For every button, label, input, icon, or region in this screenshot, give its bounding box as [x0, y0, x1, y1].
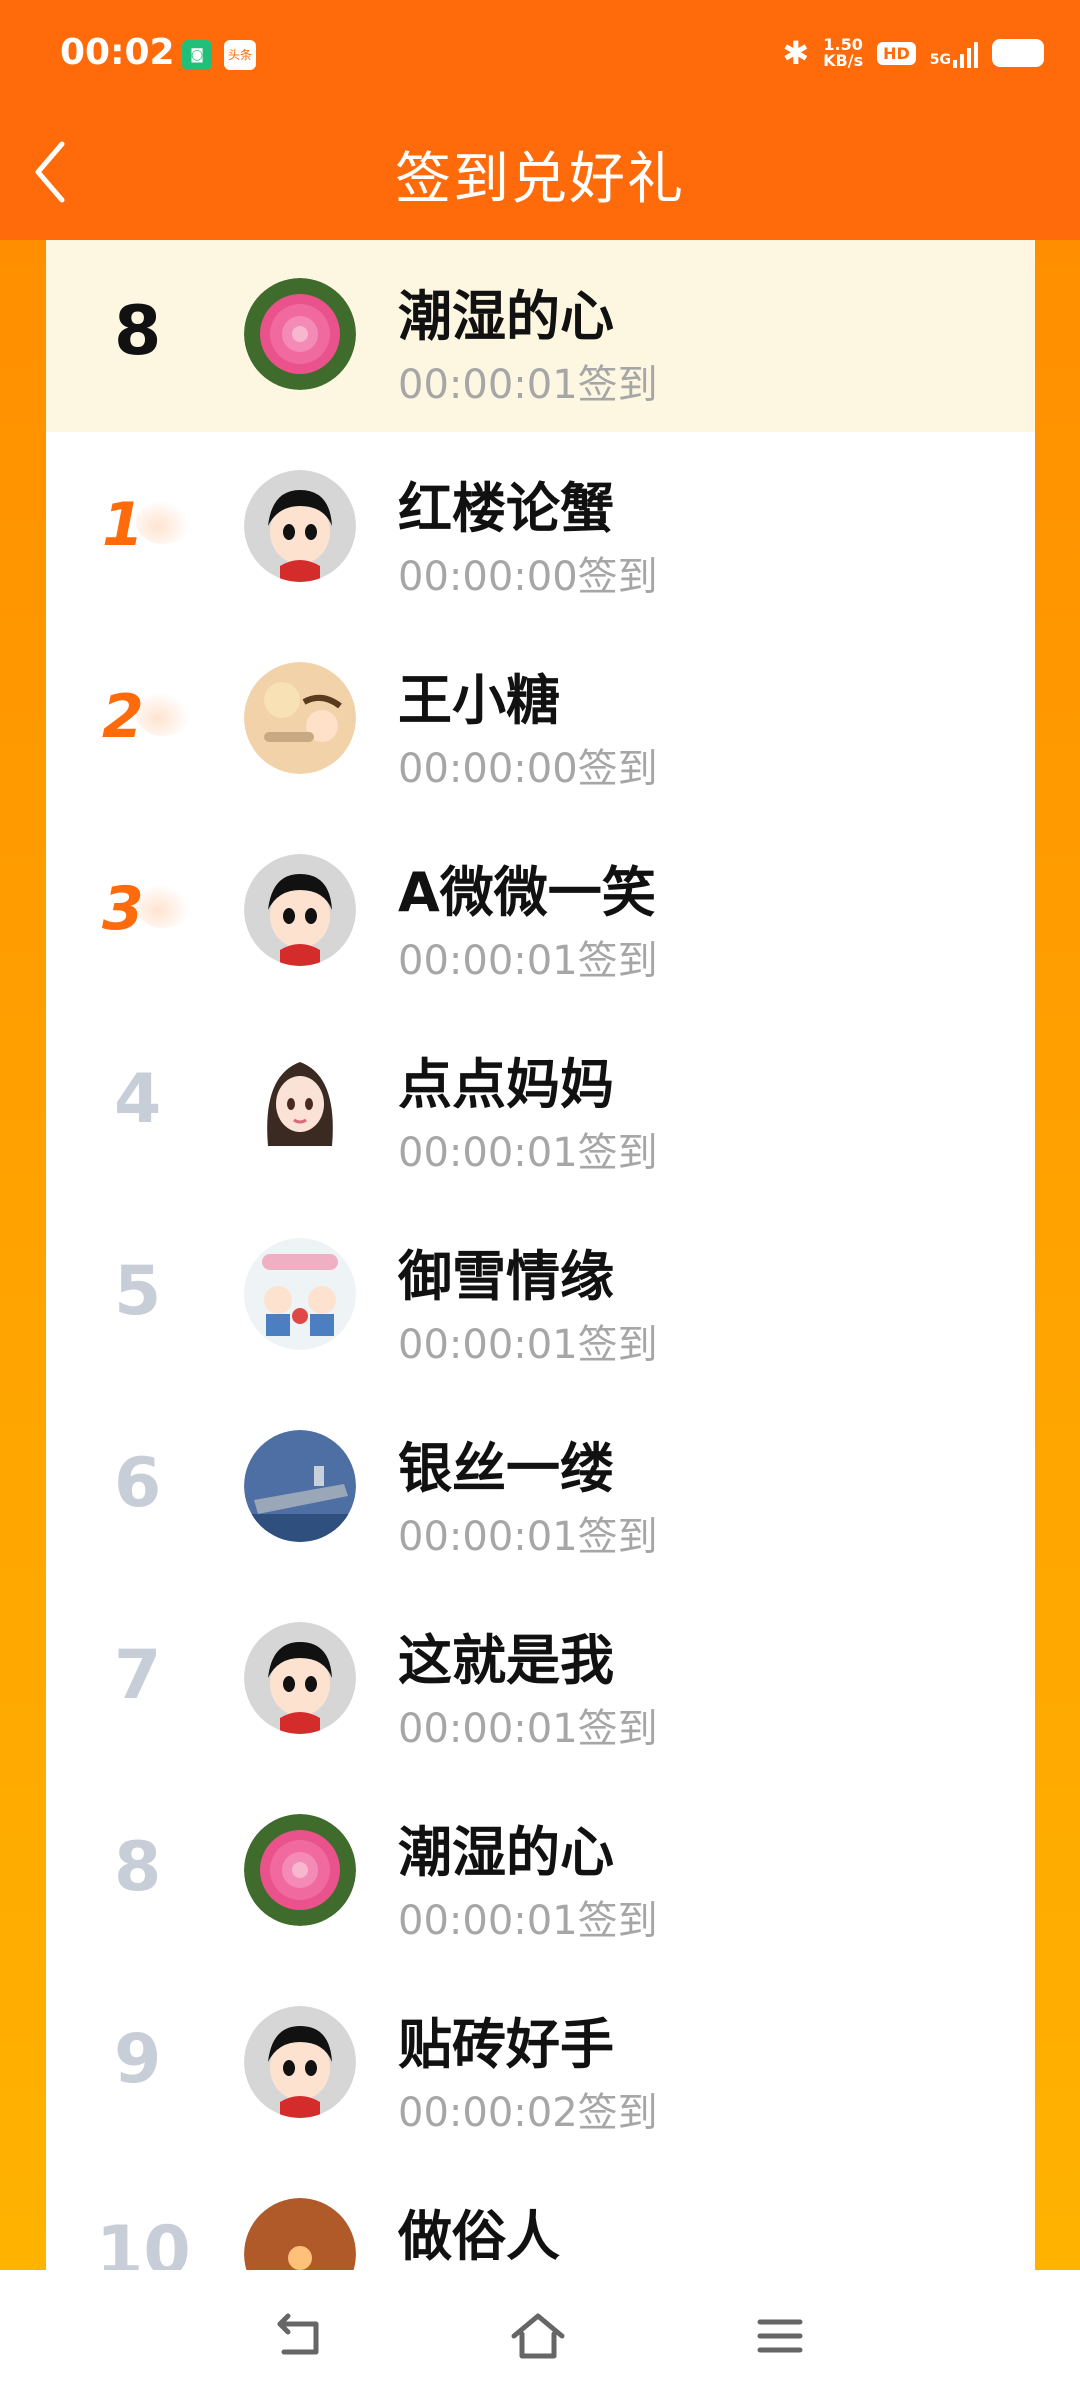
user-name: 贴砖好手: [398, 2013, 614, 2076]
cartoon-boy-avatar[interactable]: [244, 470, 356, 582]
list-item[interactable]: 3 A微微一笑 00:00:01签到: [46, 816, 1035, 1008]
home-nav-icon[interactable]: [508, 2306, 568, 2366]
list-item[interactable]: 1 红楼论蟹 00:00:00签到: [46, 432, 1035, 624]
system-nav-bar: [0, 2270, 1080, 2400]
speed-unit: KB/s: [823, 51, 864, 70]
checkin-time: 00:00:00签到: [398, 746, 658, 792]
checkin-time: 00:00:01签到: [398, 938, 658, 984]
user-name: 做俗人: [398, 2205, 560, 2268]
cartoon-boy-avatar[interactable]: [244, 854, 356, 966]
user-name: 这就是我: [398, 1629, 614, 1692]
status-right: ✱ 1.50 KB/s HD 5G: [782, 34, 1044, 72]
user-name: A微微一笑: [398, 861, 656, 924]
flower-avatar[interactable]: [244, 1814, 356, 1926]
list-item[interactable]: 4 点点妈妈 00:00:01签到: [46, 1008, 1035, 1200]
user-name: 潮湿的心: [398, 285, 614, 348]
checkin-time: 00:00:00签到: [398, 554, 658, 600]
cartoon-boy-avatar[interactable]: [244, 1622, 356, 1734]
my-rank-row[interactable]: 8 潮湿的心 00:00:01签到: [46, 240, 1035, 432]
checkin-time: 00:00:01签到: [398, 362, 658, 408]
list-item[interactable]: 6 银丝一缕 00:00:01签到: [46, 1392, 1035, 1584]
header: 00:02 ◙ 头条 ✱ 1.50 KB/s HD 5G 签到兑好礼: [0, 0, 1080, 240]
user-name: 潮湿的心: [398, 1821, 614, 1884]
cartoon-boy-avatar[interactable]: [244, 2006, 356, 2118]
status-bar: 00:02 ◙ 头条 ✱ 1.50 KB/s HD 5G: [0, 0, 1080, 112]
girl-avatar[interactable]: [244, 1046, 356, 1158]
checkin-time: 00:00:01签到: [398, 1322, 658, 1368]
checkin-time: 00:00:01签到: [398, 1706, 658, 1752]
checkin-time: 00:00:02签到: [398, 2090, 658, 2136]
list-item[interactable]: 10 做俗人: [46, 2160, 1035, 2270]
list-item[interactable]: 5 御雪情缘 00:00:01签到: [46, 1200, 1035, 1392]
user-name: 王小糖: [398, 669, 560, 732]
checkin-time: 00:00:01签到: [398, 1898, 658, 1944]
news-app-icon: 头条: [224, 40, 256, 70]
list-item[interactable]: 7 这就是我 00:00:01签到: [46, 1584, 1035, 1776]
list-item[interactable]: 2 王小糖 00:00:00签到: [46, 624, 1035, 816]
user-name: 红楼论蟹: [398, 477, 614, 540]
network-speed: 1.50 KB/s: [823, 37, 863, 69]
illustration-avatar[interactable]: [244, 662, 356, 774]
page-title: 签到兑好礼: [395, 147, 685, 212]
list-item[interactable]: 9 贴砖好手 00:00:02签到: [46, 1968, 1035, 2160]
signal-icon: 5G: [930, 38, 978, 68]
checkin-time: 00:00:01签到: [398, 1130, 658, 1176]
sunset-avatar[interactable]: [244, 2198, 356, 2270]
back-nav-icon[interactable]: [270, 2306, 330, 2366]
couple-avatar[interactable]: [244, 1238, 356, 1350]
user-name: 点点妈妈: [398, 1053, 614, 1116]
menu-nav-icon[interactable]: [750, 2306, 810, 2366]
checkin-list[interactable]: 8 潮湿的心 00:00:01签到 1 红楼论蟹 00:00:00签到 2 王小糖 00:00:…: [46, 240, 1035, 2270]
screen: 00:02 ◙ 头条 ✱ 1.50 KB/s HD 5G 签到兑好礼 8 潮湿的…: [0, 0, 1080, 2400]
hd-icon: HD: [877, 41, 916, 65]
network-type: 5G: [929, 52, 951, 68]
bluetooth-icon: ✱: [782, 34, 810, 72]
nav-bar: 签到兑好礼: [0, 112, 1080, 240]
user-name: 御雪情缘: [398, 1245, 614, 1308]
user-name: 银丝一缕: [398, 1437, 614, 1500]
app-notification-icon: ◙: [182, 40, 212, 70]
checkin-time: 00:00:01签到: [398, 1514, 658, 1560]
battery-icon: [992, 39, 1044, 67]
list-item[interactable]: 8 潮湿的心 00:00:01签到: [46, 1776, 1035, 1968]
flower-avatar[interactable]: [244, 278, 356, 390]
ship-avatar[interactable]: [244, 1430, 356, 1542]
status-time: 00:02: [60, 32, 175, 73]
